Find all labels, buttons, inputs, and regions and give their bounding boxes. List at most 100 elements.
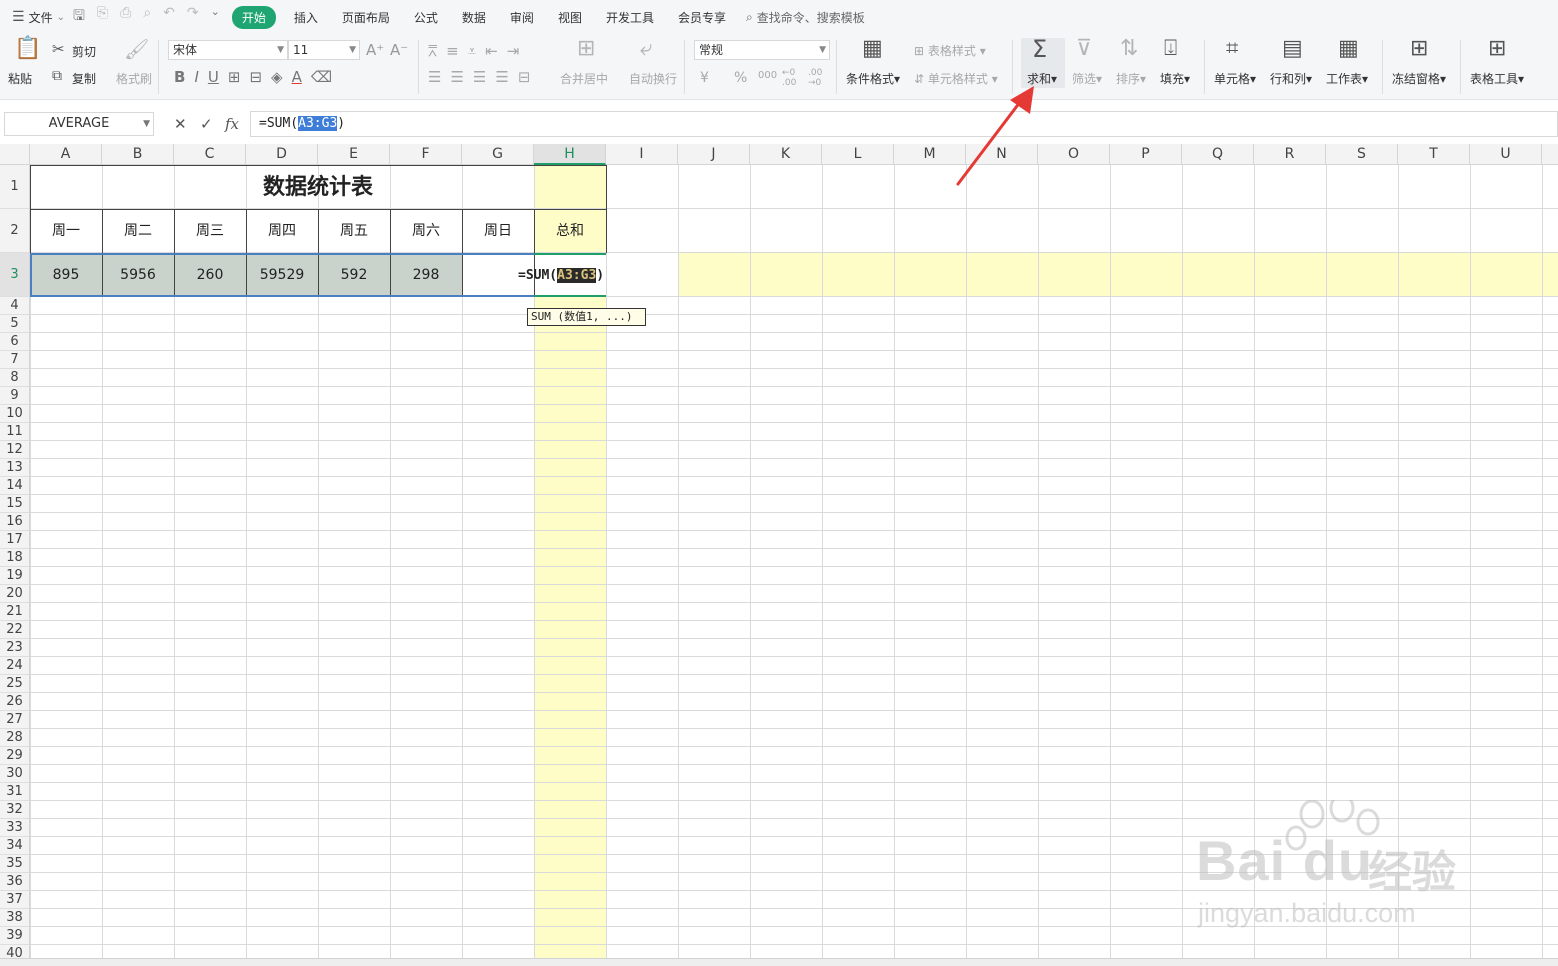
row-header-15[interactable]: 15 xyxy=(0,495,29,513)
row-header-38[interactable]: 38 xyxy=(0,909,29,927)
wrap-text-button[interactable]: 自动换行 xyxy=(629,70,677,87)
tab-page-layout[interactable]: 页面布局 xyxy=(330,9,402,26)
column-header-s[interactable]: S xyxy=(1326,144,1398,165)
decrease-decimal-button[interactable]: .00 →0 xyxy=(808,68,830,88)
redo-icon[interactable]: ↷ xyxy=(187,5,199,29)
tab-view[interactable]: 视图 xyxy=(546,9,594,26)
row-header-7[interactable]: 7 xyxy=(0,351,29,369)
command-search[interactable]: ⌕ 查找命令、搜索模板 xyxy=(746,9,865,26)
fill-pattern-icon[interactable]: ⊟ xyxy=(249,68,262,86)
column-header-e[interactable]: E xyxy=(318,144,390,165)
distribute-icon[interactable]: ⊟ xyxy=(518,68,531,86)
column-header-p[interactable]: P xyxy=(1110,144,1182,165)
align-middle-icon[interactable]: ≡ xyxy=(446,42,459,60)
column-header-i[interactable]: I xyxy=(606,144,678,165)
row-header-3[interactable]: 3 xyxy=(0,253,29,297)
value-cell[interactable]: 298 xyxy=(390,253,462,297)
tab-member[interactable]: 会员专享 xyxy=(666,9,738,26)
number-format-select[interactable]: 常规 ▼ xyxy=(694,40,830,60)
formula-input[interactable]: =SUM(A3:G3) xyxy=(250,111,1558,137)
italic-icon[interactable]: I xyxy=(194,68,198,86)
fill-button[interactable]: 填充▾ xyxy=(1160,70,1190,87)
header-cell[interactable]: 周六 xyxy=(390,209,462,253)
column-header-d[interactable]: D xyxy=(246,144,318,165)
bold-icon[interactable]: B xyxy=(174,68,185,86)
row-header-31[interactable]: 31 xyxy=(0,783,29,801)
value-cell[interactable]: 5956 xyxy=(102,253,174,297)
cells-button[interactable]: 单元格▾ xyxy=(1214,70,1256,87)
row-header-25[interactable]: 25 xyxy=(0,675,29,693)
paste-icon[interactable]: 📋 xyxy=(14,38,41,60)
row-header-23[interactable]: 23 xyxy=(0,639,29,657)
row-header-6[interactable]: 6 xyxy=(0,333,29,351)
column-header-t[interactable]: T xyxy=(1398,144,1470,165)
format-painter-button[interactable]: 格式刷 xyxy=(116,70,152,87)
column-header-a[interactable]: A xyxy=(30,144,102,165)
decrease-font-icon[interactable]: A⁻ xyxy=(390,41,408,59)
row-header-24[interactable]: 24 xyxy=(0,657,29,675)
column-header-b[interactable]: B xyxy=(102,144,174,165)
increase-font-icon[interactable]: A⁺ xyxy=(366,41,384,59)
column-header-r[interactable]: R xyxy=(1254,144,1326,165)
fill-color-icon[interactable]: ◈ xyxy=(271,68,283,86)
thousands-button[interactable]: 000 xyxy=(758,70,777,81)
row-header-27[interactable]: 27 xyxy=(0,711,29,729)
header-cell[interactable]: 周二 xyxy=(102,209,174,253)
align-right-icon[interactable]: ☰ xyxy=(473,68,486,86)
indent-icon[interactable]: ⇥ xyxy=(507,42,520,60)
name-box[interactable]: AVERAGE ▼ xyxy=(4,112,154,136)
row-header-35[interactable]: 35 xyxy=(0,855,29,873)
table-tools-button[interactable]: 表格工具▾ xyxy=(1470,70,1524,87)
align-left-icon[interactable]: ☰ xyxy=(428,68,441,86)
filter-button[interactable]: 筛选▾ xyxy=(1072,70,1102,87)
column-header-o[interactable]: O xyxy=(1038,144,1110,165)
value-cell[interactable]: 260 xyxy=(174,253,246,297)
clear-format-icon[interactable]: ⌫ xyxy=(311,68,332,86)
select-all-corner[interactable] xyxy=(0,144,30,165)
currency-button[interactable]: ¥ xyxy=(700,70,709,86)
confirm-icon[interactable]: ✓ xyxy=(200,115,213,133)
row-header-37[interactable]: 37 xyxy=(0,891,29,909)
conditional-format-button[interactable]: 条件格式▾ xyxy=(846,70,900,87)
customize-toolbar-icon[interactable]: ⌄ xyxy=(211,5,220,29)
row-header-1[interactable]: 1 xyxy=(0,165,29,209)
column-header-l[interactable]: L xyxy=(822,144,894,165)
tab-review[interactable]: 审阅 xyxy=(498,9,546,26)
column-header-k[interactable]: K xyxy=(750,144,822,165)
align-bottom-icon[interactable]: ⩡ xyxy=(468,42,476,60)
font-size-select[interactable]: 11 ▼ xyxy=(288,40,360,60)
row-header-8[interactable]: 8 xyxy=(0,369,29,387)
row-header-5[interactable]: 5 xyxy=(0,315,29,333)
increase-decimal-button[interactable]: ←0 .00 xyxy=(782,68,804,88)
tab-insert[interactable]: 插入 xyxy=(282,9,330,26)
column-header-c[interactable]: C xyxy=(174,144,246,165)
sort-button[interactable]: 排序▾ xyxy=(1116,70,1146,87)
row-header-12[interactable]: 12 xyxy=(0,441,29,459)
cut-button[interactable]: 剪切 xyxy=(72,43,96,60)
row-header-14[interactable]: 14 xyxy=(0,477,29,495)
column-header-g[interactable]: G xyxy=(462,144,534,165)
tab-formulas[interactable]: 公式 xyxy=(402,9,450,26)
print-preview-icon[interactable]: ⌕ xyxy=(143,5,151,29)
save-icon[interactable]: 🖫 xyxy=(73,5,85,29)
row-header-29[interactable]: 29 xyxy=(0,747,29,765)
insert-function-button[interactable]: fx xyxy=(225,115,239,133)
print-icon[interactable]: ⎙ xyxy=(120,5,131,29)
header-cell[interactable]: 周日 xyxy=(462,209,534,253)
row-header-32[interactable]: 32 xyxy=(0,801,29,819)
row-header-26[interactable]: 26 xyxy=(0,693,29,711)
row-header-10[interactable]: 10 xyxy=(0,405,29,423)
tab-data[interactable]: 数据 xyxy=(450,9,498,26)
row-header-39[interactable]: 39 xyxy=(0,927,29,945)
quick-print-icon[interactable]: ⎘ xyxy=(97,5,108,29)
row-header-18[interactable]: 18 xyxy=(0,549,29,567)
row-header-9[interactable]: 9 xyxy=(0,387,29,405)
header-cell[interactable]: 周一 xyxy=(30,209,102,253)
align-center-icon[interactable]: ☰ xyxy=(450,68,463,86)
justify-icon[interactable]: ☰ xyxy=(495,68,508,86)
freeze-panes-button[interactable]: 冻结窗格▾ xyxy=(1392,70,1446,87)
tab-developer[interactable]: 开发工具 xyxy=(594,9,666,26)
rows-cols-button[interactable]: 行和列▾ xyxy=(1270,70,1312,87)
file-menu[interactable]: ☰ 文件 ⌄ xyxy=(0,9,65,26)
row-header-36[interactable]: 36 xyxy=(0,873,29,891)
